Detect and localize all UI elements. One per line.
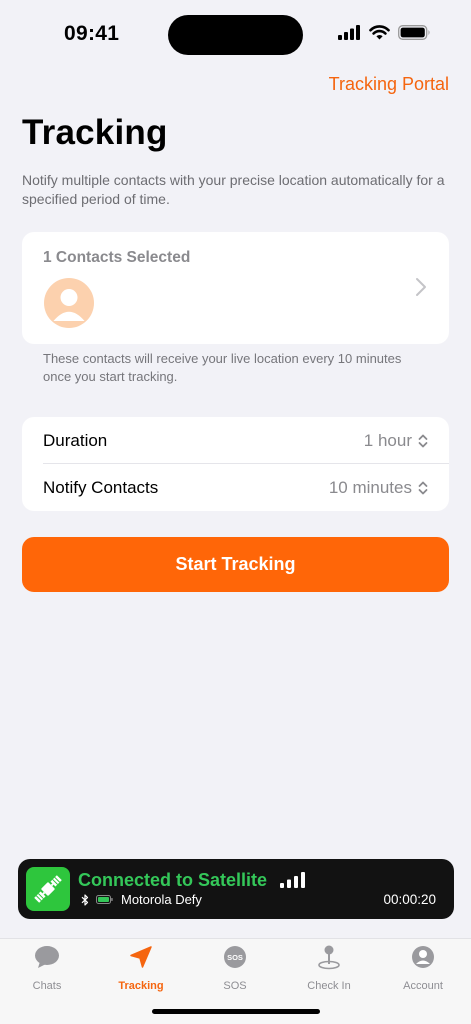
contact-avatar <box>44 278 94 328</box>
satellite-icon <box>26 867 70 911</box>
duration-picker[interactable]: 1 hour <box>364 431 428 451</box>
satellite-status-text: Connected to Satellite <box>78 870 268 890</box>
status-bar: 09:41 <box>0 0 471 70</box>
wifi-icon <box>369 25 390 40</box>
connection-timer: 00:00:20 <box>383 892 436 907</box>
page-description: Notify multiple contacts with your preci… <box>22 172 445 207</box>
location-arrow-icon <box>130 946 152 968</box>
tab-sos[interactable]: SOS SOS <box>195 943 275 995</box>
tab-label: SOS <box>223 980 247 992</box>
chevron-up-down-icon <box>418 434 428 447</box>
map-pin-icon <box>318 945 340 970</box>
contacts-note: These contacts will receive your live lo… <box>43 351 402 384</box>
sos-icon: SOS <box>224 946 246 968</box>
chat-bubble-icon <box>35 946 59 968</box>
notify-contacts-row[interactable]: Notify Contacts 10 minutes <box>22 464 449 511</box>
status-time: 09:41 <box>64 22 120 45</box>
start-tracking-button[interactable]: Start Tracking <box>22 537 449 592</box>
svg-text:SOS: SOS <box>227 953 243 962</box>
tab-check-in[interactable]: Check In <box>289 943 369 995</box>
duration-value: 1 hour <box>363 430 412 450</box>
status-icons <box>338 25 431 40</box>
device-battery-icon <box>96 895 113 904</box>
person-placeholder-icon <box>53 289 85 321</box>
tab-label: Check In <box>307 980 351 992</box>
dynamic-island <box>168 15 303 55</box>
device-info: Motorola Defy <box>80 892 202 907</box>
contacts-count-label: 1 Contacts Selected <box>43 249 191 266</box>
tab-chats[interactable]: Chats <box>7 943 87 995</box>
tab-account[interactable]: Account <box>383 943 463 995</box>
tab-label: Chats <box>32 980 62 992</box>
cellular-signal-icon <box>338 25 360 40</box>
contacts-selector[interactable]: 1 Contacts Selected <box>22 232 449 344</box>
home-indicator[interactable] <box>152 1009 320 1014</box>
tracking-portal-link[interactable]: Tracking Portal <box>329 74 449 95</box>
tracking-settings: Duration 1 hour Notify Contacts 10 minut… <box>22 417 449 511</box>
battery-icon <box>398 25 430 40</box>
tab-tracking[interactable]: Tracking <box>101 943 181 995</box>
notify-contacts-label: Notify Contacts <box>43 477 159 497</box>
satellite-signal-icon <box>280 872 305 888</box>
person-icon <box>412 946 434 968</box>
duration-row[interactable]: Duration 1 hour <box>22 417 449 464</box>
tab-label: Account <box>403 980 443 992</box>
notify-interval-value: 10 minutes <box>328 477 412 497</box>
bluetooth-icon <box>81 893 89 906</box>
duration-label: Duration <box>43 430 108 450</box>
page-title: Tracking <box>22 113 168 152</box>
satellite-status-banner[interactable]: Connected to Satellite Motorola Defy 00:… <box>18 859 454 919</box>
chevron-right-icon <box>416 278 426 296</box>
notify-interval-picker[interactable]: 10 minutes <box>329 478 428 498</box>
device-name: Motorola Defy <box>121 892 202 907</box>
chevron-up-down-icon <box>418 481 428 494</box>
tab-label: Tracking <box>118 980 164 992</box>
